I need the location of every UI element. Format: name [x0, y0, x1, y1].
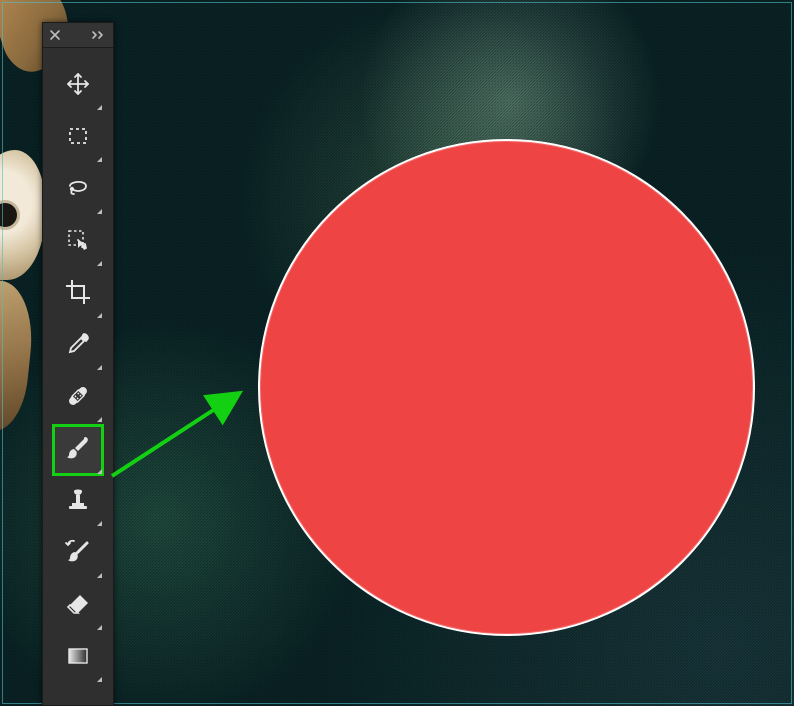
clone-stamp-tool[interactable] [52, 476, 104, 528]
expand-icon[interactable] [91, 30, 107, 40]
gradient-icon [65, 643, 91, 674]
history-brush-tool[interactable] [52, 528, 104, 580]
flyout-indicator-icon [97, 261, 102, 266]
crop-tool[interactable] [52, 268, 104, 320]
history-brush-icon [63, 537, 93, 572]
lasso-icon [64, 174, 92, 207]
flyout-indicator-icon [97, 469, 102, 474]
flyout-indicator-icon [97, 521, 102, 526]
eyedropper-tool[interactable] [52, 320, 104, 372]
flyout-indicator-icon [97, 677, 102, 682]
brush-tool[interactable] [52, 424, 104, 476]
flyout-indicator-icon [97, 365, 102, 370]
eyedropper-icon [64, 330, 92, 363]
object-select-tool[interactable] [52, 216, 104, 268]
brush-size-preview [258, 139, 755, 636]
flyout-indicator-icon [97, 157, 102, 162]
marquee-icon [65, 123, 91, 154]
flyout-indicator-icon [97, 209, 102, 214]
flyout-indicator-icon [97, 625, 102, 630]
close-icon[interactable] [49, 29, 61, 41]
tools-panel-header[interactable] [43, 23, 113, 48]
gradient-tool[interactable] [52, 632, 104, 684]
document-canvas[interactable] [0, 0, 794, 706]
eraser-icon [64, 590, 92, 623]
lasso-tool[interactable] [52, 164, 104, 216]
marquee-tool[interactable] [52, 112, 104, 164]
crop-icon [64, 278, 92, 311]
flyout-indicator-icon [97, 105, 102, 110]
object-select-icon [64, 226, 92, 259]
move-icon [64, 70, 92, 103]
tools-list [43, 48, 113, 684]
flyout-indicator-icon [97, 417, 102, 422]
healing-brush-tool[interactable] [52, 372, 104, 424]
brush-icon [63, 433, 93, 468]
flyout-indicator-icon [97, 573, 102, 578]
bandage-icon [63, 381, 93, 416]
move-tool[interactable] [52, 60, 104, 112]
tools-panel[interactable] [42, 22, 114, 706]
flyout-indicator-icon [97, 313, 102, 318]
eraser-tool[interactable] [52, 580, 104, 632]
stamp-icon [64, 486, 92, 519]
